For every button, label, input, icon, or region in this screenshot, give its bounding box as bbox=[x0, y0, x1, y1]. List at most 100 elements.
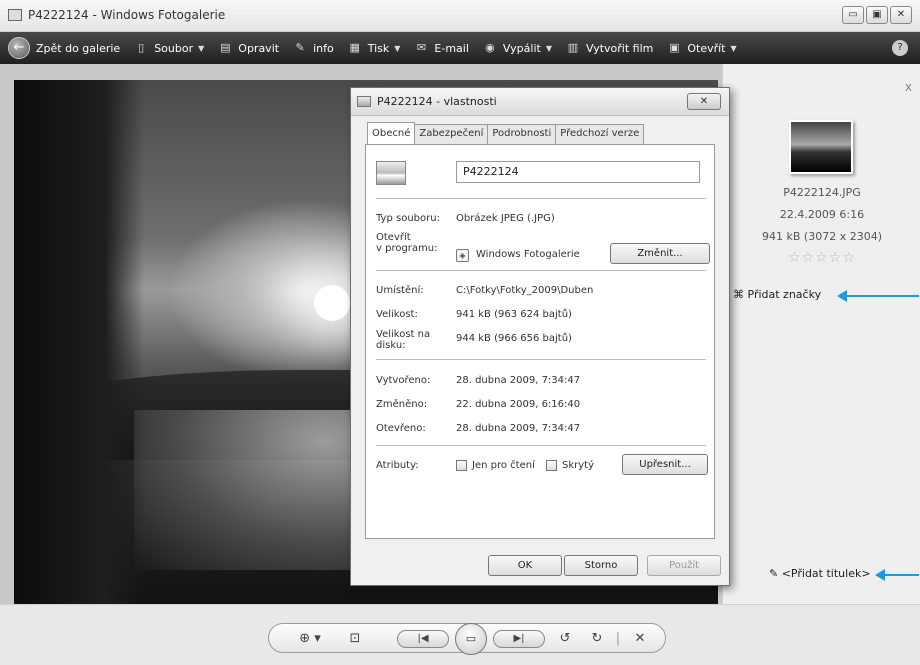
zoom-button[interactable]: ⊕ ▾ bbox=[293, 629, 327, 649]
file-menu[interactable]: ▯ Soubor ▼ bbox=[134, 41, 204, 55]
info-filename: P4222124.JPG bbox=[783, 186, 861, 199]
make-movie-button[interactable]: ▥ Vytvořit film bbox=[566, 41, 654, 55]
add-tags-label: Přidat značky bbox=[747, 288, 822, 301]
back-to-gallery-label: Zpět do galerie bbox=[36, 41, 121, 55]
attributes-label: Atributy: bbox=[376, 460, 419, 471]
file-name-field[interactable]: P4222124 bbox=[456, 161, 700, 183]
actual-size-button[interactable]: ⊡ bbox=[343, 629, 367, 649]
email-label: E-mail bbox=[434, 41, 469, 55]
back-to-gallery-button[interactable]: ← Zpět do galerie bbox=[8, 37, 120, 59]
open-window-icon: ▣ bbox=[669, 41, 680, 54]
file-type-value: Obrázek JPEG (.JPG) bbox=[456, 213, 555, 224]
email-button[interactable]: ✉ E-mail bbox=[414, 41, 469, 55]
dialog-title: P4222124 - vlastnosti bbox=[377, 95, 497, 108]
chevron-down-icon: ▼ bbox=[394, 43, 401, 53]
delete-button[interactable]: ✕ bbox=[629, 629, 651, 649]
readonly-label: Jen pro čtení bbox=[472, 460, 535, 471]
created-value: 28. dubna 2009, 7:34:47 bbox=[456, 375, 581, 386]
maximize-button[interactable]: ▣ bbox=[866, 6, 888, 24]
callout-arrow-tags bbox=[837, 290, 919, 302]
divider bbox=[376, 198, 706, 199]
size-on-disk-label-line1: Velikost na bbox=[376, 329, 431, 340]
location-value: C:\Fotky\Fotky_2009\Duben bbox=[456, 285, 594, 296]
burn-label: Vypálit bbox=[502, 41, 541, 55]
open-label: Otevřít bbox=[687, 41, 726, 55]
photo-gallery-app-icon: ◈ bbox=[456, 249, 469, 262]
minimize-button[interactable]: ▭ bbox=[842, 6, 864, 24]
tab-details[interactable]: Podrobnosti bbox=[487, 124, 557, 144]
close-window-button[interactable]: ✕ bbox=[890, 6, 912, 24]
make-movie-label: Vytvořit film bbox=[585, 41, 654, 55]
created-label: Vytvořeno: bbox=[376, 375, 431, 386]
accessed-label: Otevřeno: bbox=[376, 423, 426, 434]
slideshow-button[interactable]: ▭ bbox=[455, 623, 487, 655]
jpeg-file-icon bbox=[376, 161, 406, 185]
info-label: info bbox=[313, 41, 334, 55]
ok-button[interactable]: OK bbox=[488, 555, 562, 576]
photo-sun bbox=[314, 285, 350, 321]
burn-menu[interactable]: ◉ Vypálit ▼ bbox=[483, 41, 552, 55]
previous-button[interactable]: |◀ bbox=[397, 630, 449, 648]
close-info-panel-button[interactable]: x bbox=[905, 80, 912, 94]
fix-label: Opravit bbox=[238, 41, 280, 55]
chevron-down-icon: ▼ bbox=[198, 43, 205, 53]
help-button[interactable]: ? bbox=[892, 40, 908, 56]
disc-icon: ◉ bbox=[485, 41, 495, 54]
size-value: 941 kB (963 624 bajtů) bbox=[456, 309, 572, 320]
hidden-label: Skrytý bbox=[562, 460, 595, 471]
photo-thumbnail bbox=[789, 120, 853, 174]
email-icon: ✉ bbox=[416, 41, 427, 54]
back-arrow-icon: ← bbox=[8, 37, 30, 59]
chevron-down-icon: ▼ bbox=[545, 43, 552, 53]
readonly-checkbox[interactable] bbox=[456, 460, 467, 471]
rotate-right-button[interactable]: ↻ bbox=[587, 629, 607, 649]
change-program-button[interactable]: Změnit... bbox=[610, 243, 710, 264]
tab-previous-versions[interactable]: Předchozí verze bbox=[555, 124, 645, 144]
size-on-disk-label-line2: disku: bbox=[376, 340, 406, 351]
fix-button[interactable]: ▤ Opravit bbox=[218, 41, 279, 55]
dialog-titlebar: P4222124 - vlastnosti ✕ bbox=[351, 88, 729, 116]
window-controls: ▭ ▣ ✕ bbox=[842, 6, 912, 24]
divider bbox=[376, 445, 706, 446]
info-datetime: 22.4.2009 6:16 bbox=[779, 208, 865, 221]
file-menu-label: Soubor bbox=[154, 41, 194, 55]
film-icon: ▥ bbox=[567, 41, 579, 54]
modified-label: Změněno: bbox=[376, 399, 428, 410]
photo-foreground-tree bbox=[14, 80, 144, 606]
info-size: 941 kB (3072 x 2304) bbox=[762, 230, 882, 243]
window-title: P4222124 - Windows Fotogalerie bbox=[28, 8, 226, 22]
advanced-button[interactable]: Upřesnit... bbox=[622, 454, 708, 475]
divider bbox=[376, 359, 706, 360]
main-toolbar: ← Zpět do galerie ▯ Soubor ▼ ▤ Opravit ✎… bbox=[0, 32, 920, 64]
dialog-close-button[interactable]: ✕ bbox=[687, 93, 721, 110]
divider bbox=[376, 270, 706, 271]
hidden-checkbox[interactable] bbox=[546, 460, 557, 471]
chevron-down-icon: ▼ bbox=[730, 43, 737, 53]
opens-with-label-line2: v programu: bbox=[376, 243, 438, 254]
file-icon: ▯ bbox=[138, 41, 145, 54]
print-label: Tisk bbox=[367, 41, 390, 55]
tab-general[interactable]: Obecné bbox=[367, 122, 416, 144]
accessed-value: 28. dubna 2009, 7:34:47 bbox=[456, 423, 581, 434]
window-titlebar: P4222124 - Windows Fotogalerie ▭ ▣ ✕ bbox=[0, 0, 920, 32]
dialog-tabs: Obecné Zabezpečení Podrobnosti Předchozí… bbox=[367, 122, 645, 144]
printer-icon: ▦ bbox=[349, 41, 360, 54]
rating-stars[interactable]: ☆☆☆☆☆ bbox=[723, 250, 920, 266]
opens-with-value: Windows Fotogalerie bbox=[476, 249, 580, 260]
info-pencil-icon: ✎ bbox=[295, 41, 305, 54]
next-button[interactable]: ▶| bbox=[493, 630, 545, 648]
size-label: Velikost: bbox=[376, 309, 418, 320]
image-file-icon bbox=[357, 96, 371, 107]
location-label: Umístění: bbox=[376, 285, 424, 296]
open-menu[interactable]: ▣ Otevřít ▼ bbox=[667, 41, 737, 55]
cancel-button[interactable]: Storno bbox=[564, 555, 638, 576]
tab-security[interactable]: Zabezpečení bbox=[414, 124, 489, 144]
apply-button[interactable]: Použít bbox=[647, 555, 721, 576]
add-caption-link[interactable]: ✎ <Přidat titulek> bbox=[769, 567, 871, 580]
viewer-controls: ⊕ ▾ ⊡ |◀ ▭ ▶| ↺ ↻ | ✕ bbox=[268, 623, 666, 655]
print-menu[interactable]: ▦ Tisk ▼ bbox=[348, 41, 401, 55]
general-tab-panel: P4222124 Typ souboru: Obrázek JPEG (.JPG… bbox=[365, 144, 715, 539]
rotate-left-button[interactable]: ↺ bbox=[555, 629, 575, 649]
add-tags-link[interactable]: ⌘ Přidat značky bbox=[733, 288, 821, 301]
info-button[interactable]: ✎ info bbox=[293, 41, 334, 55]
